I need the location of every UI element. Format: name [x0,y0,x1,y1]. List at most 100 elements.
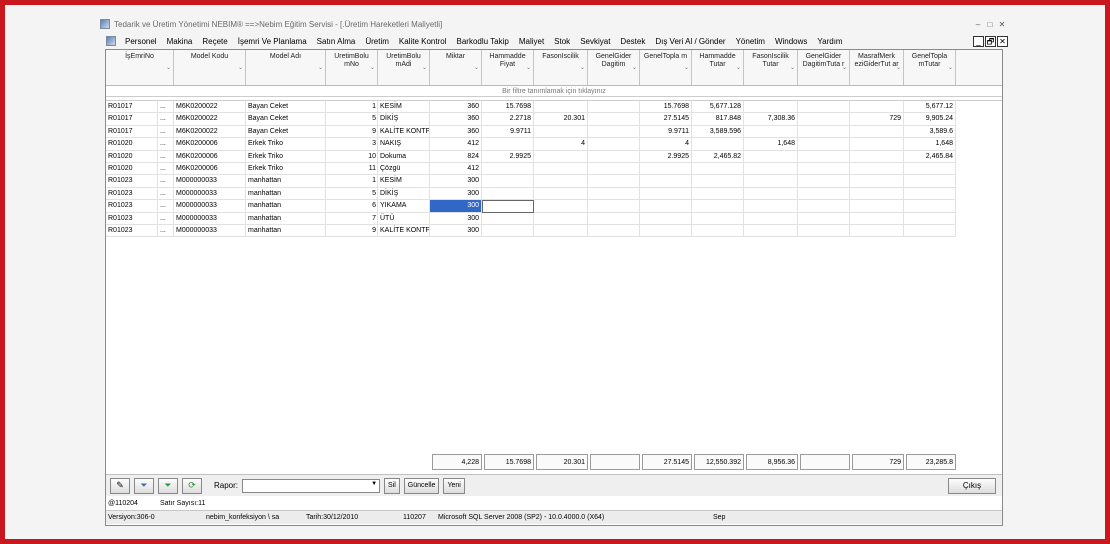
table-cell[interactable]: M000000033 [174,175,246,188]
table-cell[interactable]: Bayan Ceket [246,101,326,114]
table-cell[interactable]: KALİTE KONTF [378,224,430,238]
table-row[interactable]: R01017... M6K0200022 Bayan Ceket 1 KESİM 360 1… [106,101,1002,114]
table-cell[interactable] [850,175,904,188]
table-row[interactable]: R01020... M6K0200006 Erkek Triko 3 NAKIŞ 412 4… [106,138,1002,151]
table-cell[interactable] [534,162,588,176]
column-header[interactable]: UretimBolu mAdi ⌄ [378,50,430,85]
table-cell[interactable] [850,212,904,225]
table-cell[interactable]: ... [158,162,174,176]
mdi-restore-button[interactable]: 🗗 [985,35,996,47]
table-cell[interactable]: 3,589.596 [692,125,744,139]
table-cell[interactable] [798,224,850,238]
table-cell[interactable] [904,212,956,225]
table-cell[interactable]: Erkek Triko [246,150,326,163]
table-cell[interactable]: KESİM [378,101,430,114]
table-cell[interactable] [482,162,534,176]
table-cell[interactable]: 5 [326,113,378,126]
table-cell[interactable]: M000000033 [174,212,246,225]
table-cell[interactable] [798,138,850,151]
table-cell[interactable] [534,212,588,225]
filter-row[interactable]: Bir filtre tanımlamak için tıklayınız [106,86,1002,97]
table-cell[interactable]: ... [158,200,174,213]
table-cell[interactable]: 4 [534,138,588,151]
table-cell[interactable]: R01017 [106,113,158,126]
table-row[interactable]: R01020... M6K0200006 Erkek Triko 11 Çözgü 412 [106,162,1002,176]
table-cell[interactable]: 1,648 [744,138,798,151]
table-cell[interactable]: 300 [430,175,482,188]
table-cell[interactable] [904,187,956,201]
menu-windows[interactable]: Windows [770,37,812,46]
edit-icon[interactable]: ✎ [110,477,130,494]
chevron-down-icon[interactable]: ⌄ [580,64,585,72]
table-cell[interactable] [744,175,798,188]
minimize-button[interactable]: – [972,20,984,29]
table-cell[interactable]: 4 [640,138,692,151]
table-cell[interactable]: R01023 [106,224,158,238]
refresh-icon[interactable]: ⟳ [182,477,202,494]
table-cell[interactable] [798,162,850,176]
table-cell[interactable]: 360 [430,101,482,114]
table-row[interactable]: R01023... M000000033 manhattan 5 DİKİŞ 300 [106,187,1002,201]
table-cell[interactable]: 5,677.128 [692,101,744,114]
table-cell[interactable] [482,212,534,225]
chevron-down-icon[interactable]: ⌄ [474,64,479,72]
menu-personel[interactable]: Personel [120,37,162,46]
table-row[interactable]: R01017... M6K0200022 Bayan Ceket 5 DİKİŞ 360 2… [106,113,1002,126]
table-cell[interactable]: M6K0200022 [174,101,246,114]
column-header[interactable]: Miktar ⌄ [430,50,482,85]
menu-makina[interactable]: Makina [162,37,198,46]
close-window-button[interactable]: ✕ [996,20,1008,29]
table-cell[interactable]: ... [158,125,174,139]
table-cell[interactable]: 15.7698 [640,101,692,114]
chevron-down-icon[interactable]: ⌄ [370,64,375,72]
table-cell[interactable]: 1 [326,175,378,188]
table-cell[interactable] [798,150,850,163]
table-cell[interactable]: ... [158,175,174,188]
table-cell[interactable] [904,162,956,176]
table-cell[interactable]: NAKIŞ [378,138,430,151]
table-cell[interactable] [850,150,904,163]
table-cell[interactable]: 817.848 [692,113,744,126]
table-cell[interactable]: manhattan [246,175,326,188]
table-cell[interactable] [904,175,956,188]
table-cell[interactable]: R01023 [106,175,158,188]
table-cell[interactable] [692,138,744,151]
column-header[interactable]: GenelTopla m ⌄ [640,50,692,85]
table-cell[interactable] [640,224,692,238]
column-header[interactable]: Hammadde Fiyat ⌄ [482,50,534,85]
sil-button[interactable]: Sil [384,477,400,494]
table-cell[interactable]: 2.9925 [640,150,692,163]
menu-yonetim[interactable]: Yönetim [731,37,770,46]
table-cell[interactable]: 10 [326,150,378,163]
table-cell[interactable] [904,224,956,238]
column-header[interactable]: GenelTopla mTutar ⌄ [904,50,956,85]
table-cell[interactable]: 1,648 [904,138,956,151]
table-cell[interactable]: 20.301 [534,113,588,126]
table-cell[interactable]: 2.2718 [482,113,534,126]
table-cell[interactable]: 300 [430,200,482,213]
table-cell[interactable] [798,101,850,114]
column-header[interactable]: İşEmriNo ⌄ [106,50,174,85]
table-cell[interactable] [588,125,640,139]
menu-destek[interactable]: Destek [615,37,650,46]
column-header[interactable]: Model Kodu ⌄ [174,50,246,85]
table-cell[interactable]: Erkek Triko [246,162,326,176]
column-header[interactable]: FasonIscilik Tutar ⌄ [744,50,798,85]
table-cell[interactable]: KESİM [378,175,430,188]
table-cell[interactable]: ... [158,150,174,163]
table-cell[interactable] [534,200,588,213]
table-cell[interactable] [588,162,640,176]
table-row[interactable]: R01017... M6K0200022 Bayan Ceket 9 KALİTE KO… [106,125,1002,139]
table-cell[interactable] [744,150,798,163]
table-cell[interactable]: Bayan Ceket [246,125,326,139]
table-row[interactable]: R01023... M000000033 manhattan 9 KALİTE KONT… [106,224,1002,238]
chevron-down-icon[interactable]: ⌄ [526,64,531,72]
table-cell[interactable] [692,162,744,176]
table-cell[interactable]: 9,905.24 [904,113,956,126]
table-cell[interactable] [640,175,692,188]
table-cell[interactable] [850,200,904,213]
chevron-down-icon[interactable]: ⌄ [684,64,689,72]
table-cell[interactable] [744,224,798,238]
table-cell[interactable] [482,138,534,151]
table-cell[interactable]: KALİTE KONTF [378,125,430,139]
